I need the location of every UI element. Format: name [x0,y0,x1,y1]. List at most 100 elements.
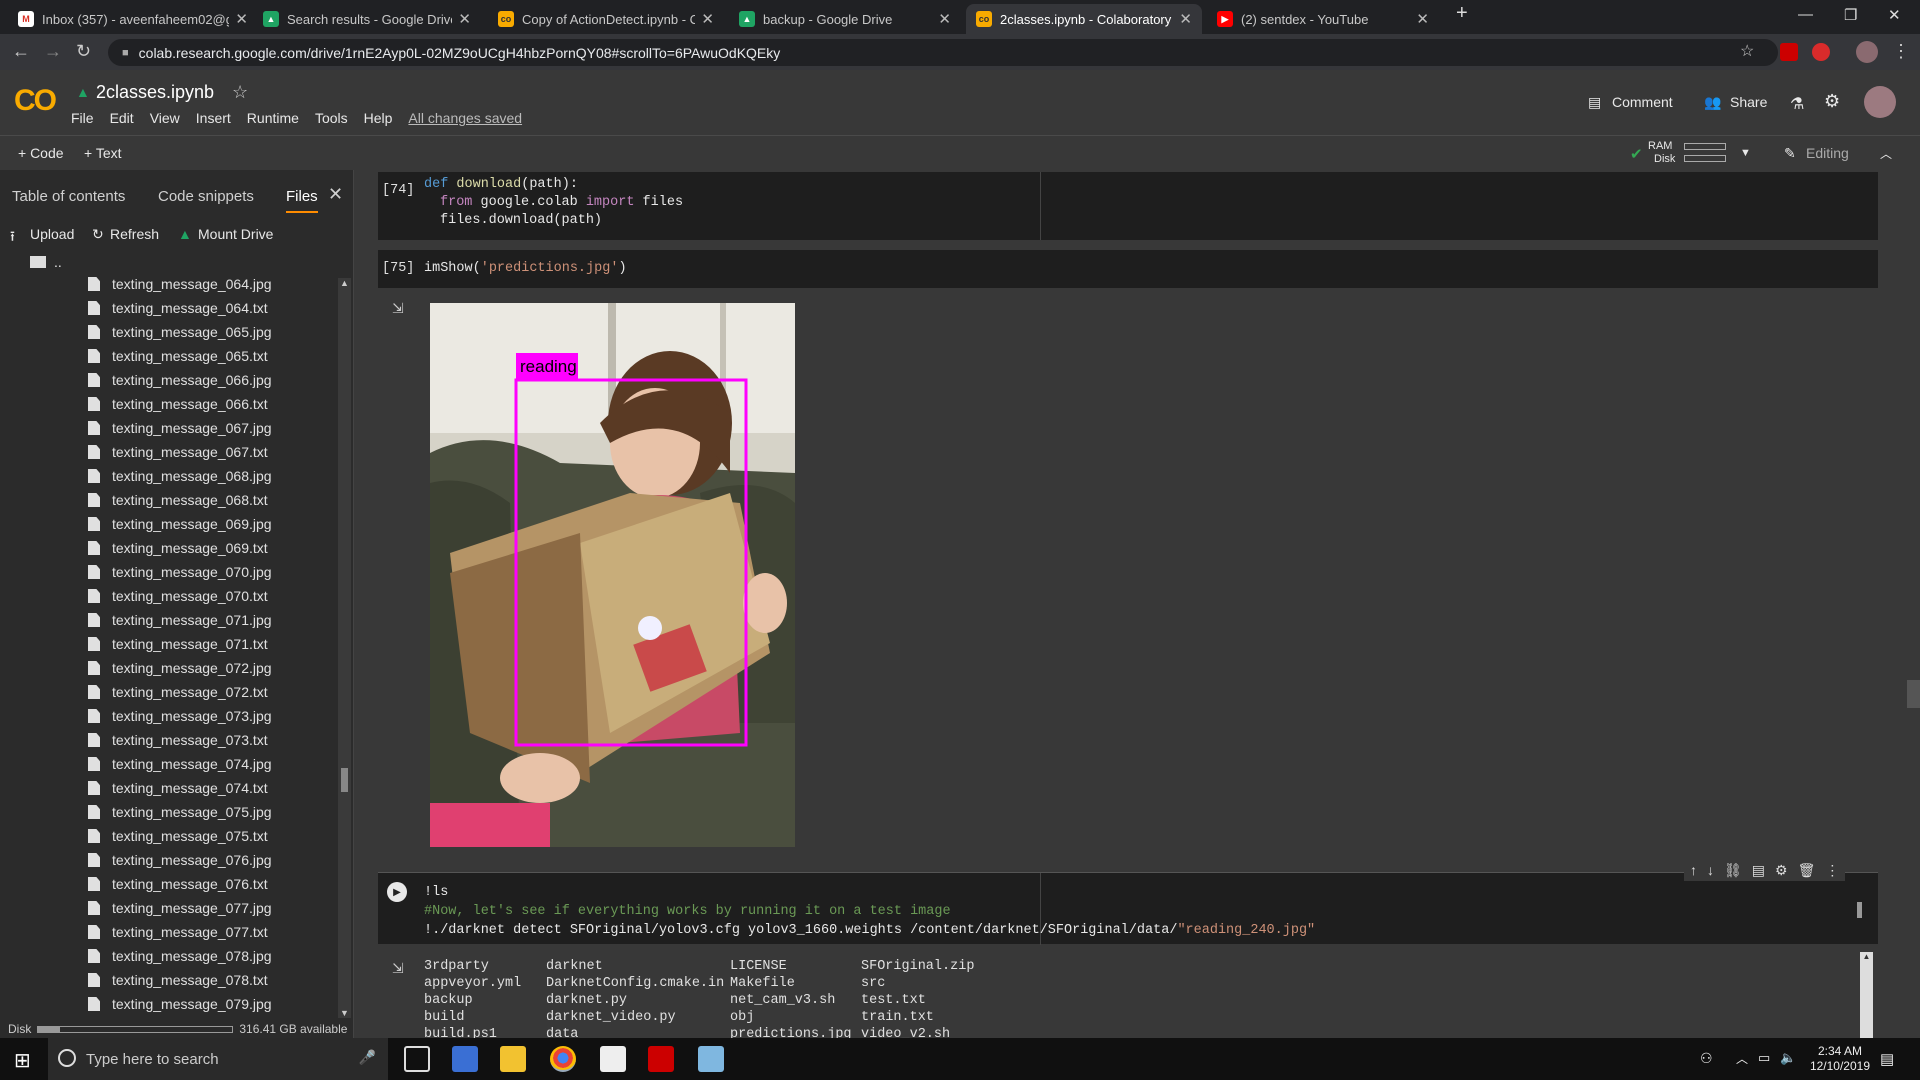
minimize-icon[interactable]: — [1798,6,1813,23]
taskbar-search[interactable]: Type here to search 🎤 [48,1038,388,1080]
output-icon[interactable]: ⇲ [392,960,404,977]
share-button[interactable]: Share [1730,94,1767,110]
file-item[interactable]: texting_message_078.txt [88,968,328,992]
cell-74-code[interactable]: def download(path): from google.colab im… [424,176,683,230]
user-avatar[interactable] [1864,86,1896,118]
tab-inbox[interactable]: M Inbox (357) - aveenfaheem02@g ✕ [8,4,258,34]
microphone-icon[interactable]: 🎤 [359,1049,376,1066]
file-item[interactable]: texting_message_071.jpg [88,608,328,632]
file-item[interactable]: texting_message_070.txt [88,584,328,608]
run-cell-button[interactable]: ▶ [387,882,407,902]
cell-more-icon[interactable]: ⋮ [1825,862,1839,879]
url-field[interactable]: ■ colab.research.google.com/drive/1rnE2A… [108,39,1778,66]
cell-75-code[interactable]: imShow('predictions.jpg') [424,261,627,276]
file-item[interactable]: texting_message_067.txt [88,440,328,464]
extension-icon[interactable] [1812,43,1830,61]
file-item[interactable]: texting_message_064.jpg [88,272,328,296]
comment-cell-icon[interactable]: ▤ [1752,862,1765,879]
file-item[interactable]: texting_message_077.txt [88,920,328,944]
task-view-icon[interactable] [404,1046,430,1072]
profile-avatar[interactable] [1856,41,1878,63]
file-item[interactable]: texting_message_074.jpg [88,752,328,776]
acrobat-icon[interactable] [648,1046,674,1072]
app-icon[interactable] [698,1046,724,1072]
file-item[interactable]: texting_message_079.jpg [88,992,328,1016]
close-tab-icon[interactable]: ✕ [235,10,248,28]
file-item[interactable]: texting_message_073.txt [88,728,328,752]
file-item[interactable]: texting_message_076.jpg [88,848,328,872]
scroll-down-icon[interactable]: ▼ [340,1008,349,1018]
file-item[interactable]: texting_message_072.jpg [88,656,328,680]
file-item[interactable]: texting_message_073.jpg [88,704,328,728]
cell-scrollbar[interactable] [1857,902,1862,918]
close-tab-icon[interactable]: ✕ [458,10,471,28]
mail-icon[interactable] [600,1046,626,1072]
notebook-scrollbar-thumb[interactable] [1907,680,1920,708]
restore-icon[interactable]: ❐ [1844,6,1857,24]
menu-help[interactable]: Help [364,110,393,126]
bookmark-star-icon[interactable]: ☆ [1740,41,1754,61]
close-sidebar-icon[interactable]: ✕ [328,184,343,205]
cell-settings-icon[interactable]: ⚙ [1775,862,1788,879]
volume-icon[interactable]: 🔈 [1780,1050,1796,1066]
file-item[interactable]: texting_message_069.jpg [88,512,328,536]
menu-edit[interactable]: Edit [110,110,134,126]
file-item[interactable]: texting_message_077.jpg [88,896,328,920]
close-tab-icon[interactable]: ✕ [938,10,951,28]
file-item[interactable]: texting_message_067.jpg [88,416,328,440]
save-status[interactable]: All changes saved [408,110,522,126]
file-item[interactable]: texting_message_065.jpg [88,320,328,344]
people-icon[interactable]: ⚇ [1700,1050,1713,1067]
add-code-button[interactable]: + Code [18,145,64,161]
tab-2classes[interactable]: co 2classes.ipynb - Colaboratory ✕ [966,4,1202,34]
scrollbar-thumb[interactable] [341,768,348,792]
network-icon[interactable]: ▭ [1758,1050,1770,1066]
resources-dropdown-icon[interactable]: ▼ [1740,147,1751,159]
file-item[interactable]: texting_message_069.txt [88,536,328,560]
comment-button[interactable]: Comment [1612,94,1673,110]
menu-view[interactable]: View [150,110,180,126]
file-item[interactable]: texting_message_076.txt [88,872,328,896]
back-arrow-icon[interactable]: ← [12,41,30,62]
tab-code-snippets[interactable]: Code snippets [158,188,254,205]
file-explorer-icon[interactable] [500,1046,526,1072]
new-tab-icon[interactable]: + [1456,2,1468,25]
notifications-icon[interactable]: ▤ [1880,1050,1894,1068]
file-item[interactable]: texting_message_071.txt [88,632,328,656]
parent-folder-row[interactable]: .. [30,254,62,270]
output-scrollbar[interactable]: ▲ [1860,952,1873,1038]
output-icon[interactable]: ⇲ [392,300,404,317]
file-item[interactable]: texting_message_068.jpg [88,464,328,488]
menu-tools[interactable]: Tools [315,110,348,126]
collapse-header-icon[interactable]: ︿ [1880,145,1892,162]
file-item[interactable]: texting_message_075.txt [88,824,328,848]
upload-button[interactable]: Upload [30,226,74,242]
sidebar-scrollbar[interactable]: ▲ ▼ [338,278,351,1018]
notebook-title[interactable]: 2classes.ipynb [96,82,214,103]
star-icon[interactable]: ☆ [232,82,248,103]
tray-chevron-icon[interactable]: ︿ [1736,1050,1748,1067]
chrome-icon[interactable] [550,1046,576,1072]
reload-icon[interactable]: ↻ [76,41,91,62]
browser-menu-icon[interactable]: ⋮ [1892,41,1910,62]
editing-mode-button[interactable]: Editing [1806,145,1849,161]
delete-cell-icon[interactable]: 🗑 [1798,862,1816,879]
tab-files[interactable]: Files [286,188,318,213]
menu-insert[interactable]: Insert [196,110,231,126]
settings-gear-icon[interactable]: ⚙ [1824,91,1840,112]
file-item[interactable]: texting_message_065.txt [88,344,328,368]
clock[interactable]: 2:34 AM 12/10/2019 [1810,1044,1870,1074]
tab-drive-search[interactable]: ▲ Search results - Google Drive ✕ [253,4,481,34]
tab-youtube[interactable]: ▶ (2) sentdex - YouTube ✕ [1207,4,1439,34]
flask-icon[interactable]: ⚗ [1790,94,1804,114]
file-item[interactable]: texting_message_074.txt [88,776,328,800]
move-down-icon[interactable]: ↓ [1707,862,1714,879]
tab-table-of-contents[interactable]: Table of contents [12,188,125,205]
pdf-extension-icon[interactable] [1780,43,1798,61]
close-window-icon[interactable]: ✕ [1888,6,1901,24]
cell-76-code[interactable]: !ls #Now, let's see if everything works … [424,883,1315,940]
move-up-icon[interactable]: ↑ [1690,862,1697,879]
close-tab-icon[interactable]: ✕ [1416,10,1429,28]
file-item[interactable]: texting_message_066.txt [88,392,328,416]
file-item[interactable]: texting_message_070.jpg [88,560,328,584]
